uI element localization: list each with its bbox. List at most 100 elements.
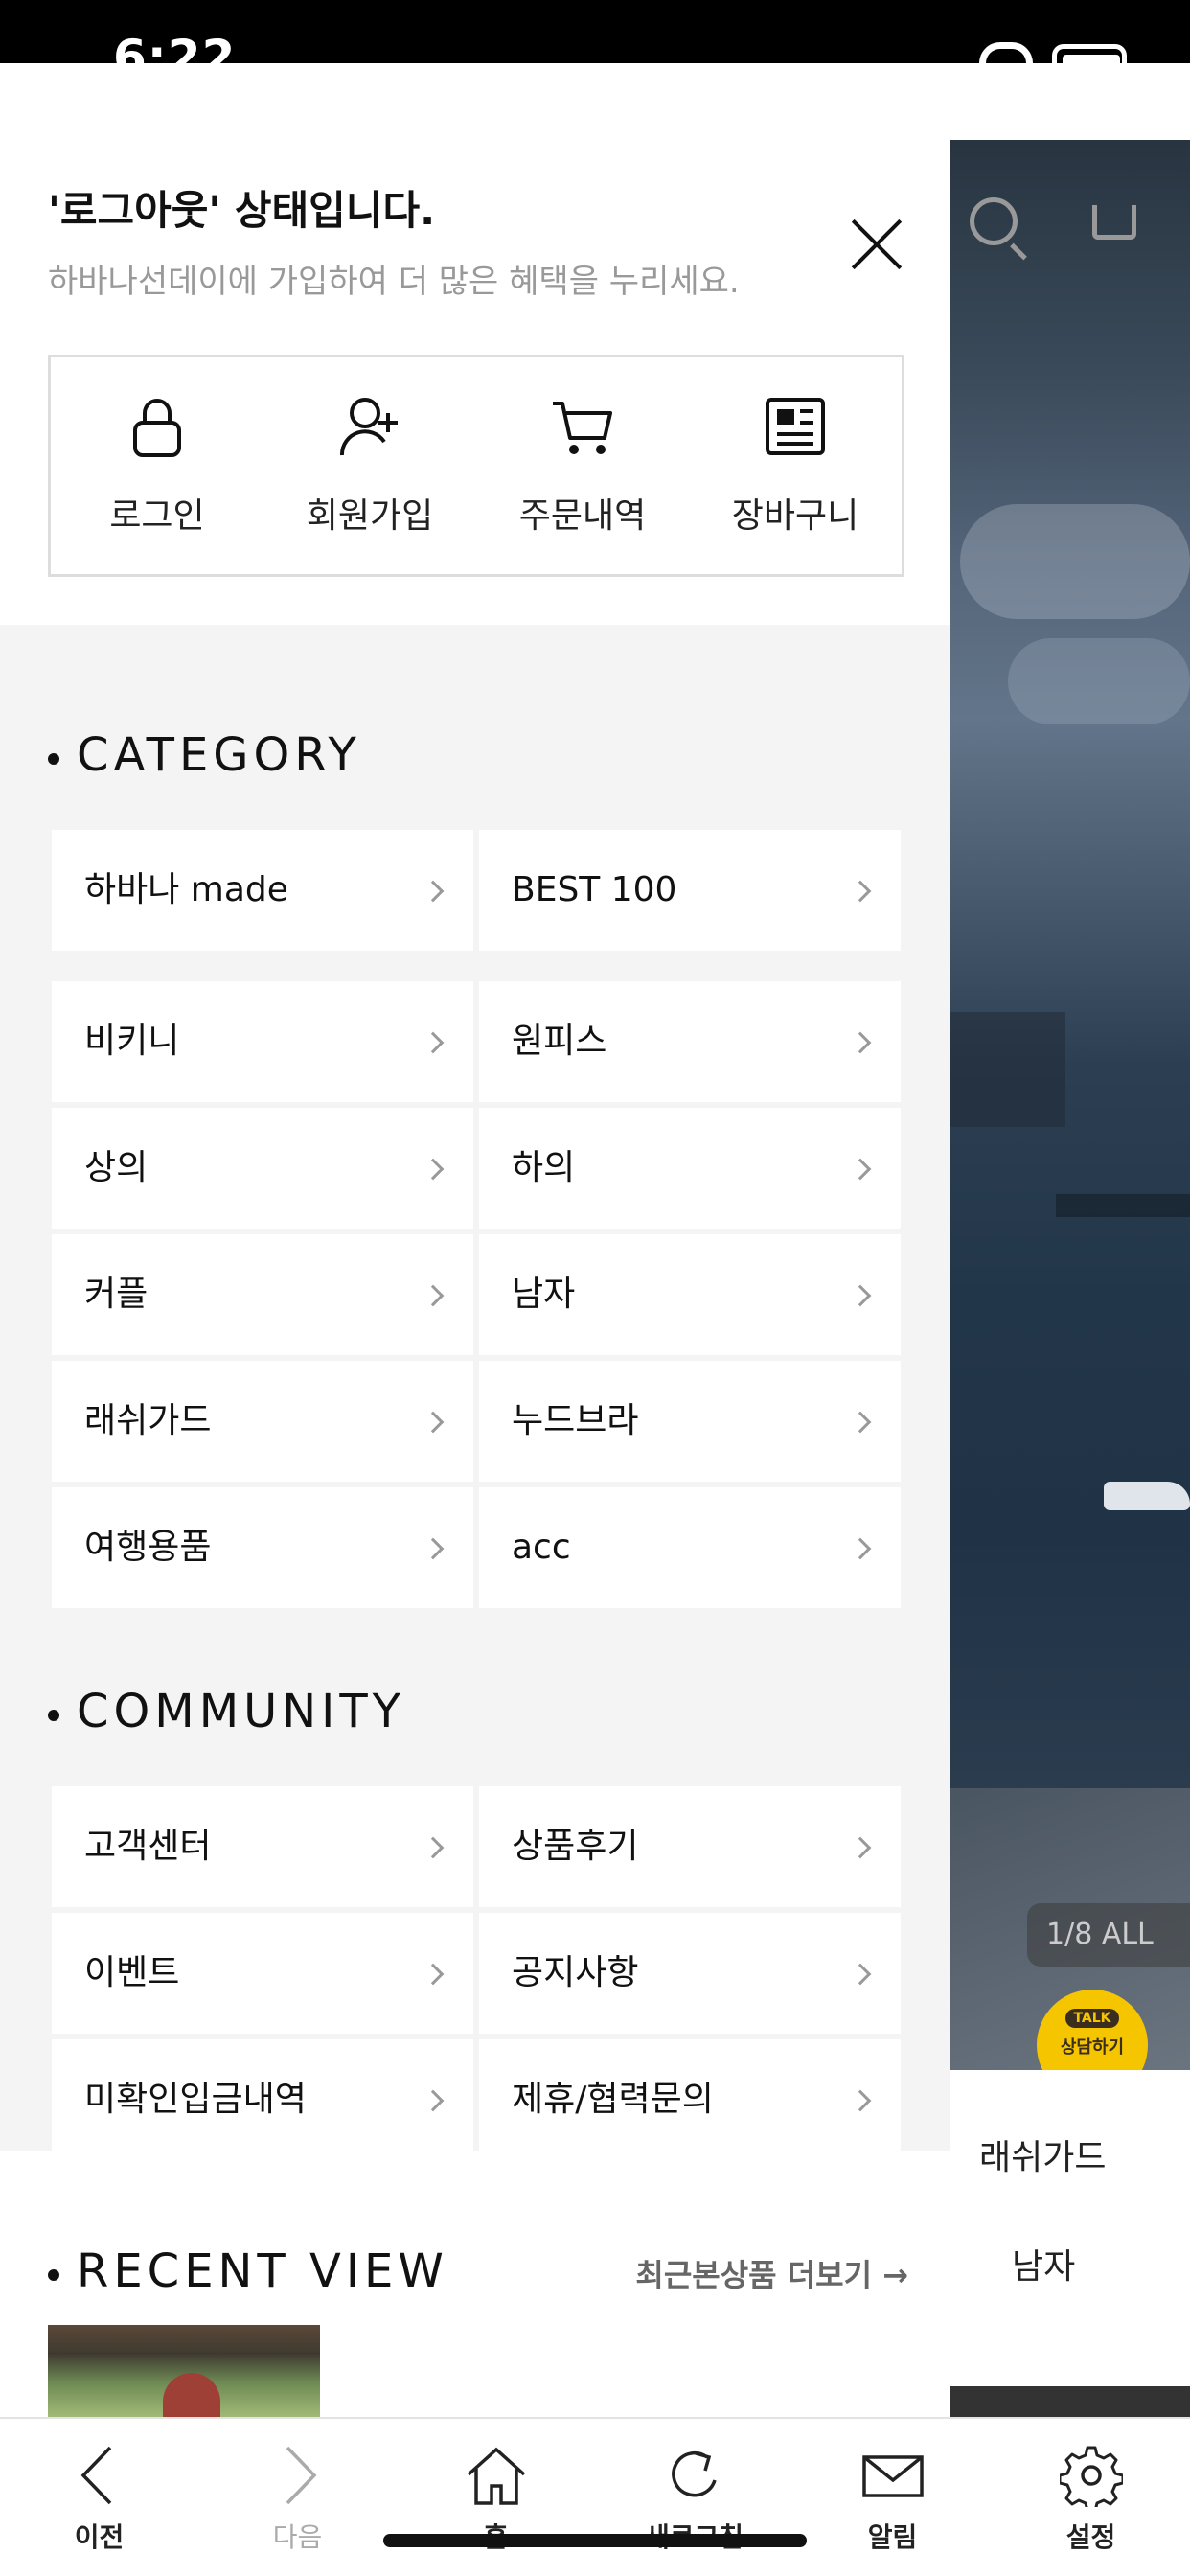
- document-icon: [766, 398, 825, 455]
- chevron-right-icon: [849, 1963, 872, 1986]
- background-menu-item[interactable]: 래쉬가드: [979, 2129, 1106, 2179]
- signup-button[interactable]: 회원가입: [263, 357, 476, 574]
- chevron-right-icon: [849, 1411, 872, 1434]
- category-title: CATEGORY: [48, 726, 361, 784]
- category-label: 누드브라: [512, 1401, 639, 1440]
- wifi-icon: [979, 42, 1033, 63]
- mail-icon: [861, 2455, 924, 2497]
- settings-button[interactable]: 설정: [992, 2419, 1190, 2576]
- chat-label: 상담하기: [1060, 2037, 1125, 2058]
- category-item[interactable]: acc: [479, 1487, 901, 1608]
- quick-menu-label: 회원가입: [306, 496, 434, 536]
- cart-icon: [553, 402, 612, 454]
- lock-icon: [133, 399, 181, 457]
- category-label: 하바나 made: [84, 870, 288, 909]
- login-button[interactable]: 로그인: [51, 357, 263, 574]
- chevron-right-icon: [849, 1158, 872, 1181]
- community-label: 이벤트: [84, 1953, 180, 1992]
- category-label: 하의: [512, 1148, 576, 1187]
- login-status-subtitle: 하바나선데이에 가입하여 더 많은 혜택을 누리세요.: [48, 263, 740, 301]
- community-item[interactable]: 상품후기: [479, 1786, 901, 1907]
- quick-menu-label: 주문내역: [518, 496, 647, 536]
- community-item[interactable]: 고객센터: [52, 1786, 473, 1907]
- order-history-button[interactable]: 주문내역: [476, 357, 689, 574]
- status-bar: 6:22: [0, 0, 1190, 68]
- nav-label: 이전: [74, 2521, 125, 2553]
- background-page[interactable]: 1/8 ALL TALK 상담하기 래쉬가드 남자: [950, 63, 1190, 2417]
- recent-view-title: RECENT VIEW: [48, 2242, 448, 2300]
- category-label: 비키니: [84, 1022, 180, 1061]
- community-item[interactable]: 미확인입금내역: [52, 2039, 473, 2160]
- status-time: 6:22: [113, 30, 237, 63]
- close-icon[interactable]: [843, 209, 916, 282]
- chevron-right-icon: [849, 2089, 872, 2112]
- slide-counter[interactable]: 1/8 ALL: [1027, 1903, 1190, 1966]
- background-menu: 래쉬가드 남자: [950, 2070, 1190, 2417]
- home-indicator: [383, 2534, 807, 2547]
- chevron-right-icon: [849, 1537, 872, 1560]
- chevron-right-icon: [422, 1031, 445, 1054]
- category-label: 래쉬가드: [84, 1401, 212, 1440]
- community-item[interactable]: 공지사항: [479, 1913, 901, 2034]
- quick-menu: 로그인 회원가입 주문내역 장바구니: [48, 355, 904, 577]
- category-item[interactable]: 여행용품: [52, 1487, 473, 1608]
- bottom-navigation: 이전 다음 홈 새로고침 알림 설정: [0, 2417, 1190, 2576]
- recent-view-more-link[interactable]: 최근본상품 더보기 →: [635, 2254, 908, 2296]
- category-item[interactable]: 누드브라: [479, 1361, 901, 1482]
- talk-badge: TALK: [1065, 2009, 1119, 2028]
- category-label: 남자: [512, 1275, 576, 1314]
- category-label: 원피스: [512, 1022, 607, 1061]
- community-label: 고객센터: [84, 1827, 212, 1866]
- chevron-right-icon: [422, 1963, 445, 1986]
- category-item[interactable]: 하바나 made: [52, 830, 473, 951]
- category-item[interactable]: 남자: [479, 1234, 901, 1355]
- home-button[interactable]: 홈: [397, 2419, 595, 2576]
- chevron-right-icon: [849, 1284, 872, 1307]
- notification-button[interactable]: 알림: [793, 2419, 992, 2576]
- category-item[interactable]: 래쉬가드: [52, 1361, 473, 1482]
- background-photo: [950, 2386, 1190, 2417]
- category-item[interactable]: BEST 100: [479, 830, 901, 951]
- category-label: acc: [512, 1528, 571, 1567]
- forward-button[interactable]: 다음: [198, 2419, 397, 2576]
- category-label: BEST 100: [512, 870, 677, 909]
- side-drawer: '로그아웃' 상태입니다. 하바나선데이에 가입하여 더 많은 혜택을 누리세요…: [0, 63, 950, 2417]
- quick-menu-label: 장바구니: [731, 496, 859, 536]
- hero-banner-image[interactable]: [950, 140, 1190, 2076]
- battery-icon: [1052, 44, 1127, 68]
- chevron-right-icon: [849, 880, 872, 903]
- recent-product-thumbnail[interactable]: [48, 2325, 320, 2417]
- search-icon[interactable]: [970, 197, 1018, 245]
- category-item[interactable]: 커플: [52, 1234, 473, 1355]
- community-label: 미확인입금내역: [84, 2080, 307, 2119]
- drawer-header: '로그아웃' 상태입니다. 하바나선데이에 가입하여 더 많은 혜택을 누리세요…: [0, 63, 950, 625]
- community-label: 제휴/협력문의: [512, 2080, 714, 2119]
- refresh-icon: [671, 2450, 717, 2497]
- nav-label: 설정: [1065, 2521, 1116, 2553]
- chevron-right-icon: [422, 2089, 445, 2112]
- shopping-bag-button[interactable]: 장바구니: [689, 357, 902, 574]
- refresh-button[interactable]: 새로고침: [595, 2419, 793, 2576]
- category-item[interactable]: 비키니: [52, 981, 473, 1102]
- quick-menu-label: 로그인: [109, 496, 205, 536]
- category-item[interactable]: 원피스: [479, 981, 901, 1102]
- chevron-right-icon: [422, 1411, 445, 1434]
- login-status-title: '로그아웃' 상태입니다.: [48, 187, 436, 234]
- community-item[interactable]: 이벤트: [52, 1913, 473, 2034]
- category-label: 커플: [84, 1275, 149, 1314]
- category-item[interactable]: 하의: [479, 1108, 901, 1229]
- background-menu-item[interactable]: 남자: [1012, 2239, 1075, 2288]
- cart-icon[interactable]: [1092, 205, 1136, 240]
- chevron-right-icon: [422, 880, 445, 903]
- category-item[interactable]: 상의: [52, 1108, 473, 1229]
- category-label: 여행용품: [84, 1528, 212, 1567]
- chevron-right-icon: [422, 1836, 445, 1859]
- chevron-right-icon: [422, 1284, 445, 1307]
- community-title: COMMUNITY: [48, 1683, 405, 1740]
- back-button[interactable]: 이전: [0, 2419, 198, 2576]
- community-item[interactable]: 제휴/협력문의: [479, 2039, 901, 2160]
- chevron-right-icon: [422, 1537, 445, 1560]
- chevron-right-icon: [286, 2446, 316, 2505]
- category-section: CATEGORY 하바나 made BEST 100 비키니 원피스 상의 하의…: [0, 625, 950, 2160]
- gear-icon: [1059, 2446, 1123, 2507]
